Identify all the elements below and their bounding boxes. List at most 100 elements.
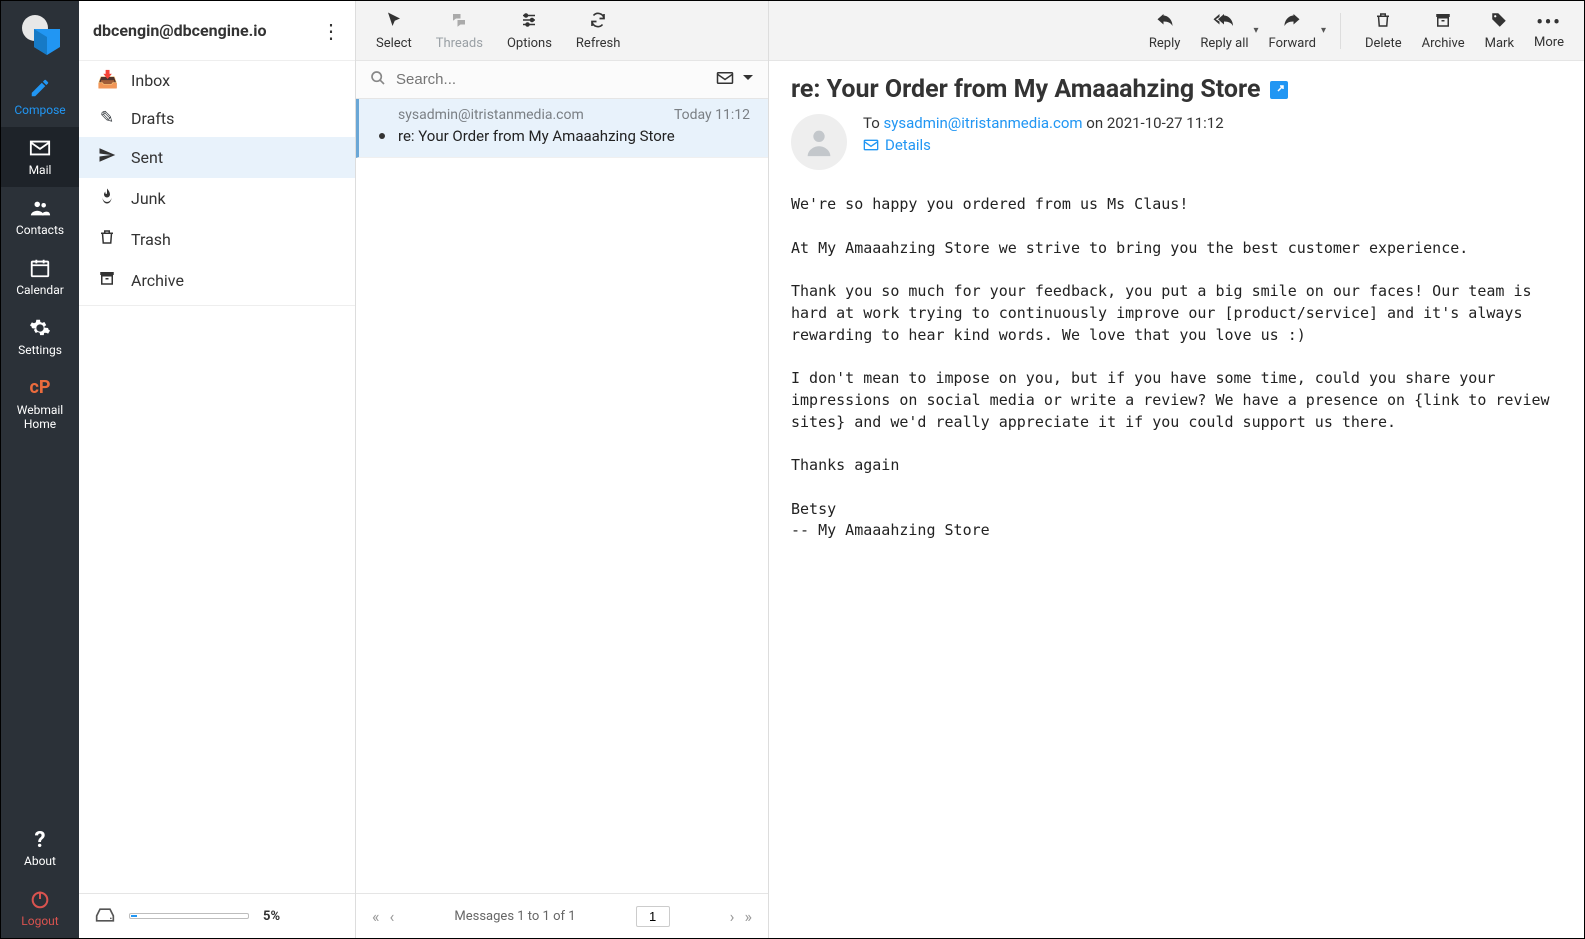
threads-button[interactable]: Threads <box>436 11 483 51</box>
reply-icon <box>1155 11 1175 34</box>
cpanel-icon: cP <box>28 377 52 399</box>
sliders-icon <box>520 11 538 34</box>
app-root: Compose Mail Contacts Calendar Settings … <box>0 0 1585 939</box>
search-icon <box>370 70 386 90</box>
prev-page-button[interactable]: ‹ <box>390 907 395 926</box>
open-external-icon[interactable] <box>1270 81 1288 99</box>
archive-button[interactable]: Archive <box>1422 11 1465 51</box>
threads-label: Threads <box>436 36 483 51</box>
trash-icon <box>1374 11 1392 34</box>
folder-column: dbcengin@dbcengine.io ⋮ 📥 Inbox ✎ Drafts… <box>79 1 356 938</box>
app-logo <box>16 13 64 61</box>
last-page-button[interactable]: » <box>744 907 752 926</box>
reply-all-label: Reply all <box>1200 36 1248 51</box>
tag-icon <box>1490 11 1508 34</box>
message-from: sysadmin@itristanmedia.com <box>398 107 584 123</box>
reply-all-button[interactable]: Reply all ▾ <box>1200 11 1248 51</box>
nav-settings[interactable]: Settings <box>1 307 79 367</box>
search-scope-icon[interactable] <box>716 70 734 89</box>
options-label: Options <box>507 36 552 51</box>
to-email-link[interactable]: sysadmin@itristanmedia.com <box>884 114 1083 132</box>
message-list: sysadmin@itristanmedia.com Today 11:12 r… <box>356 99 768 893</box>
reader-column: Reply Reply all ▾ Forward ▾ Delete Archi… <box>769 1 1584 938</box>
pencil-icon: ✎ <box>97 108 117 128</box>
nav-calendar[interactable]: Calendar <box>1 247 79 307</box>
more-label: More <box>1534 35 1564 50</box>
reply-button[interactable]: Reply <box>1149 11 1181 51</box>
nav-contacts[interactable]: Contacts <box>1 187 79 247</box>
trash-icon <box>97 228 117 251</box>
inbox-icon: 📥 <box>97 70 117 90</box>
forward-icon <box>1282 11 1302 34</box>
to-line: To sysadmin@itristanmedia.com on 2021-10… <box>863 114 1224 132</box>
account-menu-icon[interactable]: ⋮ <box>321 19 341 43</box>
folder-label: Inbox <box>131 71 170 90</box>
reply-all-icon <box>1213 11 1235 34</box>
delete-button[interactable]: Delete <box>1365 11 1402 51</box>
folder-inbox[interactable]: 📥 Inbox <box>79 61 355 99</box>
message-item[interactable]: sysadmin@itristanmedia.com Today 11:12 r… <box>356 99 768 158</box>
chevron-down-icon[interactable]: ▾ <box>1254 25 1259 36</box>
reader-subject: re: Your Order from My Amaaahzing Store <box>791 75 1562 104</box>
nav-logout-label: Logout <box>21 914 58 928</box>
message-date: Today 11:12 <box>674 107 750 123</box>
reply-label: Reply <box>1149 36 1181 51</box>
list-toolbar: Select Threads Options Refresh <box>356 1 768 61</box>
refresh-icon <box>589 11 607 34</box>
disk-icon <box>95 904 115 928</box>
options-button[interactable]: Options <box>507 11 552 51</box>
folder-junk[interactable]: Junk <box>79 178 355 219</box>
quota-bar: 5% <box>79 893 355 938</box>
nav-mail-label: Mail <box>29 163 52 177</box>
more-button[interactable]: ••• More <box>1534 12 1564 50</box>
unread-dot-icon <box>379 133 385 139</box>
search-input[interactable] <box>396 71 706 88</box>
folder-label: Drafts <box>131 109 174 128</box>
mark-button[interactable]: Mark <box>1485 11 1514 51</box>
message-subject: re: Your Order from My Amaaahzing Store <box>398 127 750 145</box>
nav-webmail-home[interactable]: cP Webmail Home <box>1 367 79 442</box>
nav-calendar-label: Calendar <box>16 283 64 297</box>
folder-label: Junk <box>131 189 166 208</box>
pager: « ‹ Messages 1 to 1 of 1 › » <box>356 893 768 938</box>
fire-icon <box>97 187 117 210</box>
refresh-label: Refresh <box>576 36 620 51</box>
folder-sent[interactable]: Sent <box>79 137 355 178</box>
refresh-button[interactable]: Refresh <box>576 11 620 51</box>
forward-button[interactable]: Forward ▾ <box>1269 11 1316 51</box>
message-body: We're so happy you ordered from us Ms Cl… <box>769 180 1584 556</box>
select-label: Select <box>376 36 412 51</box>
page-input[interactable] <box>636 906 670 927</box>
select-button[interactable]: Select <box>376 11 412 51</box>
next-page-button[interactable]: › <box>730 907 735 926</box>
search-dropdown-icon[interactable] <box>742 70 754 89</box>
nav-about[interactable]: ? About <box>1 818 79 878</box>
nav-mail[interactable]: Mail <box>1 127 79 187</box>
folder-label: Sent <box>131 148 163 167</box>
nav-compose-label: Compose <box>14 103 65 117</box>
folder-drafts[interactable]: ✎ Drafts <box>79 99 355 137</box>
folder-trash[interactable]: Trash <box>79 219 355 260</box>
pager-info: Messages 1 to 1 of 1 <box>454 909 575 924</box>
folder-archive[interactable]: Archive <box>79 260 355 301</box>
quota-percent: 5% <box>263 909 280 924</box>
search-bar <box>356 61 768 99</box>
nav-logout[interactable]: Logout <box>1 878 79 938</box>
cursor-icon <box>385 11 403 34</box>
account-email: dbcengin@dbcengine.io <box>93 21 266 40</box>
nav-settings-label: Settings <box>18 343 62 357</box>
quota-progress <box>129 913 249 919</box>
details-toggle[interactable]: Details <box>863 136 1224 154</box>
reader-header: re: Your Order from My Amaaahzing Store … <box>769 61 1584 180</box>
forward-label: Forward <box>1269 36 1316 51</box>
nav-compose[interactable]: Compose <box>1 67 79 127</box>
message-list-column: Select Threads Options Refresh <box>356 1 769 938</box>
archive-icon <box>1434 11 1452 34</box>
reader-toolbar: Reply Reply all ▾ Forward ▾ Delete Archi… <box>769 1 1584 61</box>
mark-label: Mark <box>1485 36 1514 51</box>
account-header: dbcengin@dbcengine.io ⋮ <box>79 1 355 61</box>
chevron-down-icon[interactable]: ▾ <box>1321 25 1326 36</box>
first-page-button[interactable]: « <box>372 907 380 926</box>
details-label: Details <box>885 136 931 154</box>
more-icon: ••• <box>1536 12 1561 33</box>
